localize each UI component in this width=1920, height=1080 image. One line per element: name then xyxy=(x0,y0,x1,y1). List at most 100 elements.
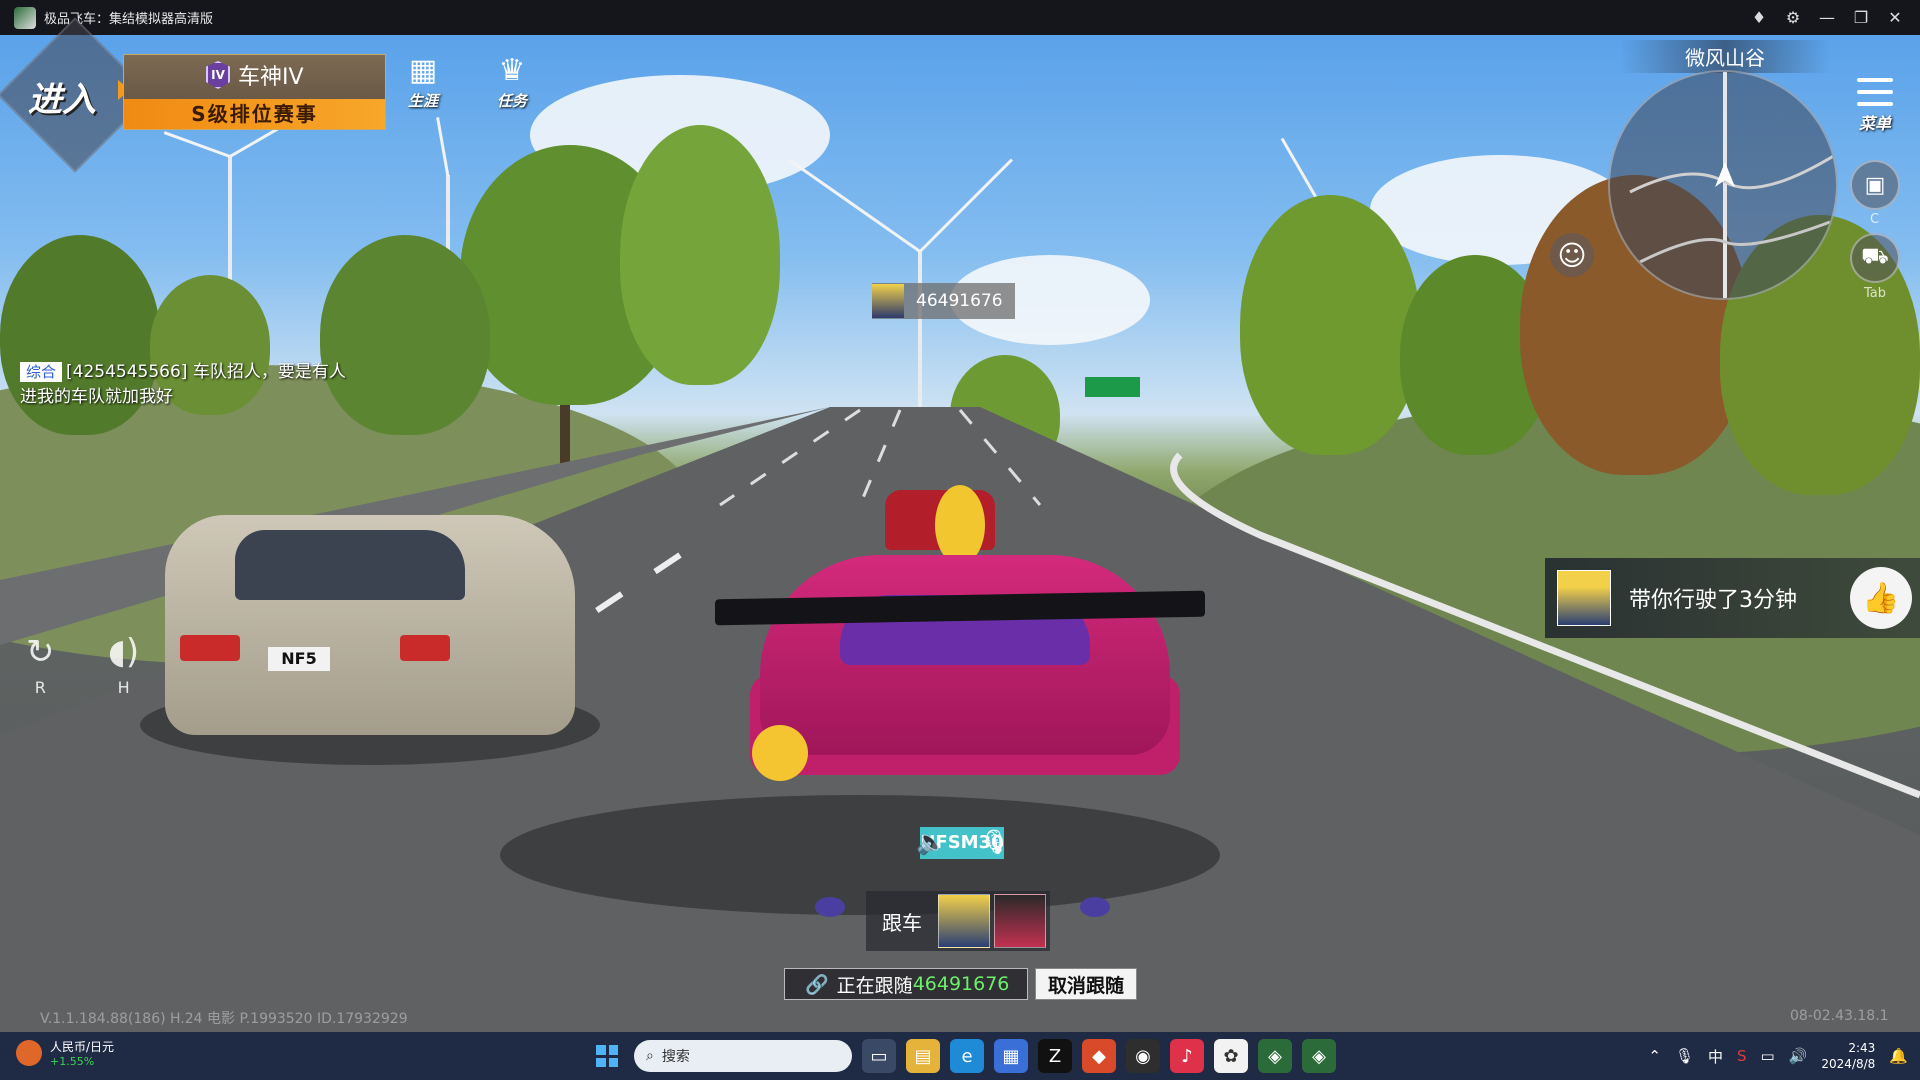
store-icon[interactable]: ▦ xyxy=(994,1039,1028,1073)
window-titlebar: 极品飞车：集结模拟器高清版 ♦ ⚙ — ❐ ✕ xyxy=(0,0,1920,35)
exhaust xyxy=(815,897,845,917)
notification-text: 带你行驶了3分钟 xyxy=(1629,588,1797,613)
exhaust xyxy=(1080,897,1110,917)
follow-panel: 跟车 xyxy=(866,891,1050,951)
z-app-icon[interactable]: Z xyxy=(1038,1039,1072,1073)
car-icon: ⛟ xyxy=(1861,244,1889,269)
rival-taillight xyxy=(180,635,240,661)
chat-channel-tag[interactable]: 综合 xyxy=(20,362,63,382)
app-logo-icon xyxy=(14,6,36,29)
reset-icon: ↻ xyxy=(26,632,55,672)
widget-title: 人民币/日元 xyxy=(50,1040,115,1054)
minimap[interactable] xyxy=(1608,70,1838,300)
sogou-icon[interactable]: S xyxy=(1737,1047,1747,1065)
reset-button[interactable]: ↻ R xyxy=(26,632,55,697)
rank-name: 车神IV xyxy=(238,65,304,90)
rank-event-label: S级排位赛事 xyxy=(124,99,385,129)
horn-icon: ◖) xyxy=(108,632,140,672)
follow-label: 跟车 xyxy=(882,910,922,935)
volume-icon[interactable]: 🔊 xyxy=(1789,1047,1808,1065)
clock[interactable]: 2:43 2024/8/8 xyxy=(1821,1040,1875,1072)
rival-car-window xyxy=(235,530,465,600)
taskbar-search[interactable]: ⌕ 搜索 xyxy=(634,1040,852,1072)
netease-music-icon[interactable]: ♪ xyxy=(1170,1039,1204,1073)
menu-label: 菜单 xyxy=(1858,114,1891,133)
game-app-icon[interactable]: ◆ xyxy=(1082,1039,1116,1073)
camera-icon: ▣ xyxy=(1864,172,1886,198)
player-id: 46491676 xyxy=(916,291,1003,311)
build-text: 08-02.43.18.1 xyxy=(1790,1008,1889,1024)
player-car-sticker xyxy=(752,725,808,781)
widget-change: +1.55% xyxy=(50,1055,95,1068)
career-label: 生涯 xyxy=(407,92,438,110)
crown-icon: ♛ xyxy=(498,52,526,88)
calendar-icon: ▦ xyxy=(408,52,438,88)
microphone-icon[interactable]: 🎙 xyxy=(1675,1047,1694,1065)
like-button[interactable]: 👍 xyxy=(1850,567,1912,629)
close-button[interactable]: ✕ xyxy=(1880,3,1910,33)
windows-start-icon[interactable] xyxy=(590,1039,624,1073)
garage-key: Tab xyxy=(1864,286,1887,301)
car-shadow xyxy=(500,795,1220,915)
player-avatar xyxy=(872,284,904,318)
currency-icon xyxy=(16,1040,42,1066)
rank-title: IV 车神IV xyxy=(206,59,304,91)
version-text: V.1.1.184.88(186) H.24 电影 P.1993520 ID.1… xyxy=(40,1011,408,1027)
window-controls: ♦ ⚙ — ❐ ✕ xyxy=(1744,0,1910,35)
follow-status: 🔗 正在跟随 46491676 xyxy=(784,968,1028,1000)
menu-button[interactable]: 菜单 xyxy=(1850,78,1900,134)
edge-browser-icon[interactable]: e xyxy=(950,1039,984,1073)
gem-icon[interactable]: ♦ xyxy=(1744,3,1774,33)
enter-button[interactable]: 进入 xyxy=(28,72,96,121)
rival-taillight xyxy=(400,635,450,661)
emulator-icon[interactable]: ◈ xyxy=(1302,1039,1336,1073)
chat-message: [4254545566] 车队招人，要是有人进我的车队就加我好 xyxy=(20,362,346,407)
chevron-up-icon[interactable]: ⌃ xyxy=(1648,1047,1661,1065)
reset-key: R xyxy=(34,678,46,697)
clock-date: 2024/8/8 xyxy=(1821,1057,1876,1071)
emulator-icon[interactable]: ◈ xyxy=(1258,1039,1292,1073)
network-icon[interactable]: ▭ xyxy=(1761,1047,1775,1065)
menu-icon xyxy=(1857,78,1893,106)
gear-icon[interactable]: ⚙ xyxy=(1778,3,1808,33)
horn-button[interactable]: ◖) H xyxy=(108,632,139,697)
follow-status-id: 46491676 xyxy=(912,973,1010,995)
taskbar: 人民币/日元 +1.55% ⌕ 搜索 ▭ ▤ e ▦ Z ◆ ◉ ♪ ✿ ◈ ◈… xyxy=(0,1032,1920,1080)
emote-button[interactable]: ☺ xyxy=(1550,233,1594,277)
minimize-button[interactable]: — xyxy=(1812,3,1842,33)
search-placeholder: 搜索 xyxy=(661,1049,690,1065)
garage-button[interactable]: ⛟ xyxy=(1850,233,1900,283)
camera-key: C xyxy=(1870,212,1880,227)
mission-label: 任务 xyxy=(496,92,527,110)
thumbs-up-icon: 👍 xyxy=(1862,580,1900,616)
photos-icon[interactable]: ✿ xyxy=(1214,1039,1248,1073)
microphone-icon[interactable]: 🎙 xyxy=(980,828,1010,856)
career-button[interactable]: ▦ 生涯 xyxy=(393,50,453,111)
mission-button[interactable]: ♛ 任务 xyxy=(482,50,542,111)
search-icon: ⌕ xyxy=(646,1048,654,1064)
rival-license-plate: NF5 xyxy=(268,647,330,671)
follower-avatar[interactable] xyxy=(994,894,1046,948)
ime-indicator[interactable]: 中 xyxy=(1708,1046,1723,1067)
steam-icon[interactable]: ◉ xyxy=(1126,1039,1160,1073)
taskbar-apps: ⌕ 搜索 ▭ ▤ e ▦ Z ◆ ◉ ♪ ✿ ◈ ◈ xyxy=(590,1032,1336,1080)
map-name: 微风山谷 xyxy=(1620,40,1830,73)
link-icon: 🔗 xyxy=(805,973,829,996)
system-tray: ⌃ 🎙 中 S ▭ 🔊 2:43 2024/8/8 🔔 xyxy=(1648,1032,1908,1080)
road-sign xyxy=(1085,377,1140,397)
rank-card[interactable]: IV 车神IV S级排位赛事 xyxy=(123,54,386,130)
minimap-roads xyxy=(1629,72,1836,298)
smiley-icon: ☺ xyxy=(1557,238,1587,272)
chat-panel[interactable]: 综合 [4254545566] 车队招人，要是有人进我的车队就加我好 xyxy=(20,360,360,410)
task-view-icon[interactable]: ▭ xyxy=(862,1039,896,1073)
camera-button[interactable]: ▣ xyxy=(1850,160,1900,210)
cancel-follow-button[interactable]: 取消跟随 xyxy=(1035,968,1137,1000)
file-explorer-icon[interactable]: ▤ xyxy=(906,1039,940,1073)
leader-avatar[interactable] xyxy=(938,894,990,948)
clock-time: 2:43 xyxy=(1848,1041,1876,1055)
restore-button[interactable]: ❐ xyxy=(1846,3,1876,33)
taskbar-widget[interactable]: 人民币/日元 +1.55% xyxy=(16,1038,114,1068)
drive-notification: 带你行驶了3分钟 👍 xyxy=(1545,558,1920,638)
notification-bell-icon[interactable]: 🔔 xyxy=(1889,1047,1908,1065)
speaker-icon[interactable]: 🔈 xyxy=(916,828,946,856)
